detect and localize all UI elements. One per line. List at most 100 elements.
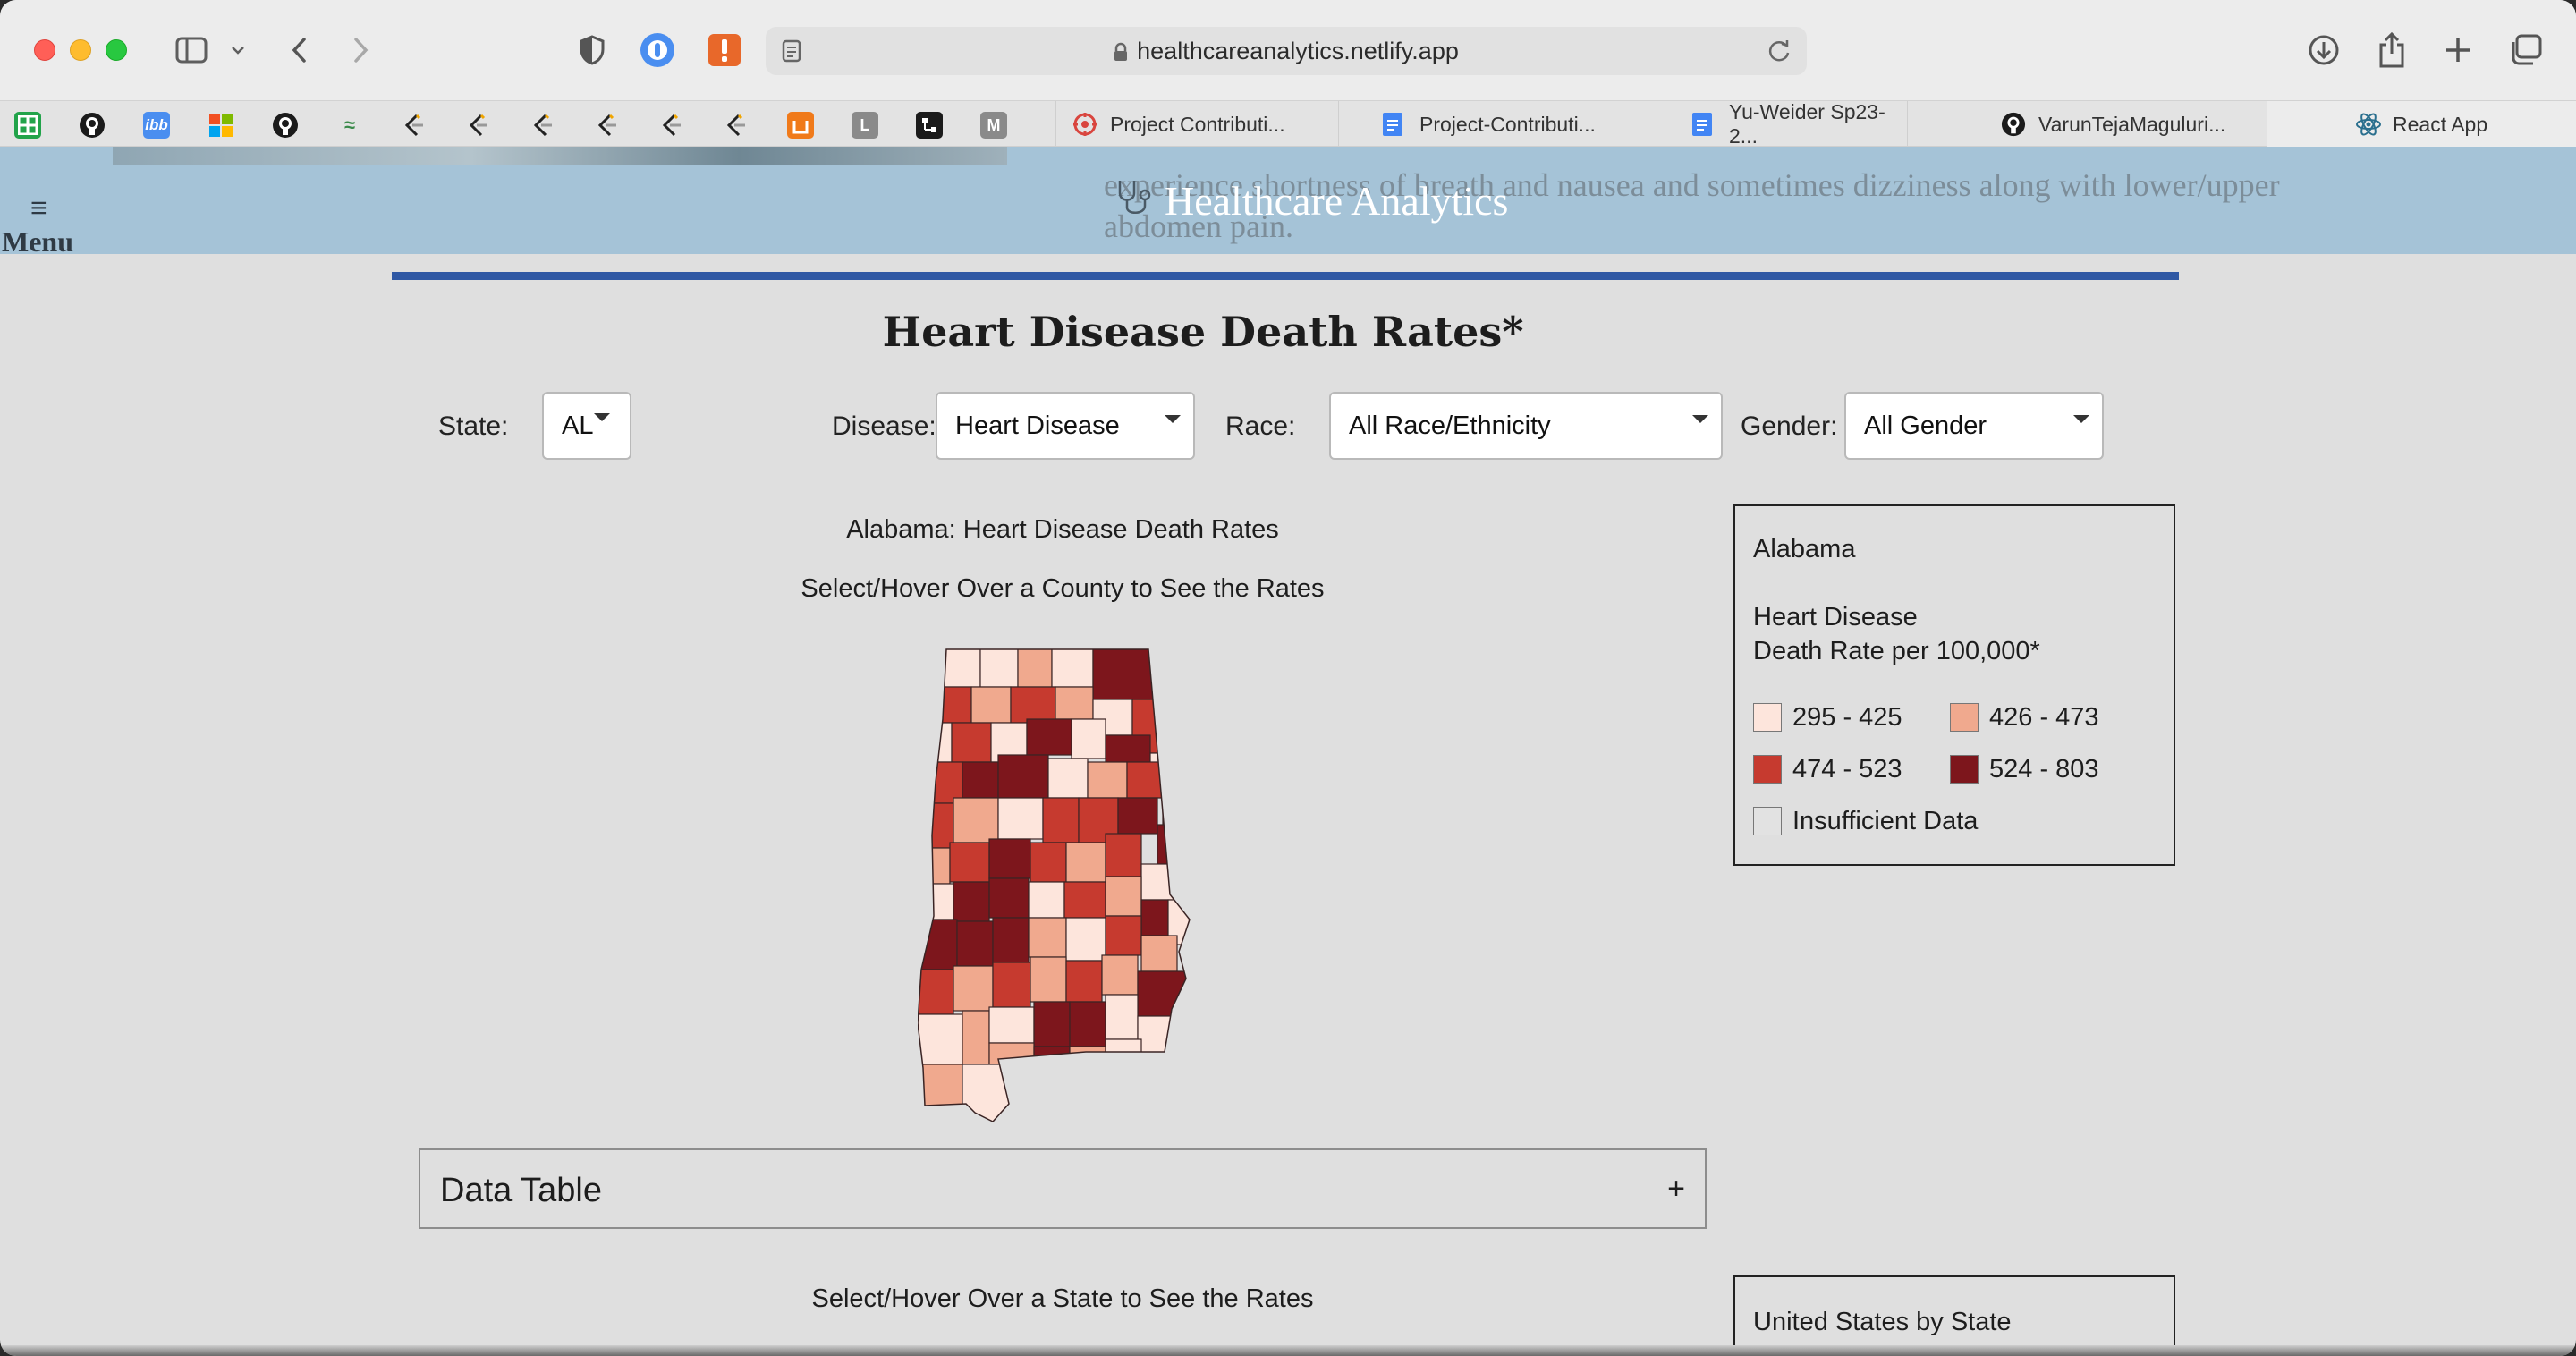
county[interactable]	[951, 722, 992, 763]
sidebar-toggle-icon[interactable]	[174, 30, 209, 70]
county[interactable]	[1026, 718, 1072, 756]
county[interactable]	[988, 1006, 1035, 1044]
county[interactable]	[1030, 956, 1067, 1003]
county[interactable]	[953, 797, 999, 843]
county[interactable]	[1055, 686, 1094, 720]
county[interactable]	[956, 920, 994, 967]
leetcode-bookmark-icon[interactable]	[594, 112, 621, 139]
county[interactable]	[1065, 917, 1106, 962]
extension-1password-icon[interactable]	[639, 30, 676, 70]
reload-icon[interactable]	[1767, 38, 1791, 68]
race-select[interactable]: All Race/Ethnicity	[1329, 392, 1723, 460]
share-icon[interactable]	[2374, 30, 2410, 70]
close-window-button[interactable]	[34, 39, 55, 61]
county[interactable]	[1117, 797, 1158, 835]
ibb-bookmark-icon[interactable]: ibb	[143, 112, 170, 139]
forward-icon[interactable]	[347, 30, 376, 70]
extension-alert-icon[interactable]	[707, 30, 742, 70]
zoom-window-button[interactable]	[106, 39, 127, 61]
county[interactable]	[1069, 1001, 1106, 1047]
tab-overview-icon[interactable]	[2506, 30, 2544, 70]
county[interactable]	[953, 965, 994, 1012]
reader-view-icon[interactable]	[782, 39, 801, 67]
county[interactable]	[1071, 718, 1106, 759]
back-icon[interactable]	[284, 30, 313, 70]
county[interactable]	[918, 648, 981, 688]
leetcode-bookmark-icon[interactable]	[401, 112, 428, 139]
stackoverflow-bookmark-icon[interactable]	[787, 112, 814, 139]
county[interactable]	[1105, 876, 1142, 917]
leetcode-bookmark-icon[interactable]	[465, 112, 492, 139]
github-bookmark-icon[interactable]	[79, 112, 106, 139]
leetcode-bookmark-icon[interactable]	[658, 112, 685, 139]
county[interactable]	[1051, 648, 1094, 688]
county[interactable]	[1162, 788, 1190, 826]
county[interactable]	[997, 754, 1049, 799]
county[interactable]	[1140, 935, 1178, 972]
tab-project-contributions[interactable]: Project Contributi...	[1055, 101, 1338, 148]
tab-github-repo[interactable]: VarunTejaMaguluri...	[1907, 101, 2267, 148]
county[interactable]	[1092, 648, 1174, 700]
leetcode-bookmark-icon[interactable]	[723, 112, 750, 139]
county[interactable]	[953, 881, 990, 922]
address-bar[interactable]: healthcareanalytics.netlify.app	[766, 27, 1807, 75]
county[interactable]	[1101, 954, 1139, 996]
county[interactable]	[962, 1064, 1026, 1122]
county[interactable]	[918, 1013, 963, 1065]
bookmark-terminal-icon[interactable]	[916, 112, 943, 139]
county[interactable]	[1157, 824, 1190, 865]
tab-project-contributions-doc[interactable]: Project-Contributi...	[1338, 101, 1623, 148]
bookmark-m[interactable]: M	[980, 112, 1007, 139]
microsoft-bookmark-icon[interactable]	[208, 112, 234, 139]
county[interactable]	[988, 838, 1031, 879]
leetcode-bookmark-icon[interactable]	[530, 112, 556, 139]
county[interactable]	[1017, 648, 1053, 688]
county[interactable]	[918, 847, 951, 885]
new-tab-icon[interactable]	[2440, 30, 2476, 70]
expand-icon[interactable]: +	[1667, 1172, 1685, 1207]
county[interactable]	[1140, 863, 1190, 901]
county[interactable]	[918, 969, 954, 1015]
county[interactable]	[1087, 761, 1128, 799]
county[interactable]	[918, 802, 954, 849]
county[interactable]	[962, 1010, 990, 1065]
county[interactable]	[1105, 915, 1142, 956]
county[interactable]	[1105, 1038, 1142, 1067]
county[interactable]	[1030, 842, 1067, 883]
county[interactable]	[1105, 734, 1151, 763]
county[interactable]	[997, 797, 1044, 840]
county[interactable]	[1033, 1001, 1071, 1047]
county[interactable]	[1010, 686, 1056, 724]
state-select[interactable]: AL	[542, 392, 631, 460]
county[interactable]	[1105, 833, 1142, 877]
tab-react-app[interactable]: React App	[2267, 101, 2576, 148]
county[interactable]	[918, 883, 954, 920]
minimize-window-button[interactable]	[70, 39, 91, 61]
county[interactable]	[1105, 994, 1139, 1040]
county[interactable]	[1028, 881, 1065, 919]
county[interactable]	[1063, 881, 1106, 919]
county[interactable]	[992, 962, 1031, 1008]
county[interactable]	[1047, 758, 1089, 799]
county[interactable]	[918, 761, 963, 804]
county[interactable]	[1033, 1046, 1071, 1074]
google-sheets-bookmark-icon[interactable]	[14, 112, 41, 139]
county[interactable]	[1137, 970, 1191, 1017]
county[interactable]	[988, 877, 1030, 919]
menu-icon[interactable]: ≡	[30, 191, 47, 225]
county[interactable]	[1065, 842, 1106, 883]
data-table-accordion[interactable]: Data Table +	[419, 1148, 1707, 1229]
county[interactable]	[1028, 917, 1067, 958]
county[interactable]	[992, 917, 1030, 963]
link-bookmark-icon[interactable]: ≈	[336, 112, 363, 139]
gender-select[interactable]: All Gender	[1844, 392, 2104, 460]
county[interactable]	[918, 722, 953, 763]
brand[interactable]: Healthcare Analytics	[1113, 177, 1508, 225]
county[interactable]	[1065, 960, 1103, 1003]
county[interactable]	[1140, 899, 1169, 936]
county[interactable]	[949, 842, 990, 883]
county[interactable]	[1069, 1046, 1106, 1074]
downloads-icon[interactable]	[2306, 30, 2342, 70]
county[interactable]	[970, 686, 1012, 724]
disease-select[interactable]: Heart Disease	[936, 392, 1195, 460]
